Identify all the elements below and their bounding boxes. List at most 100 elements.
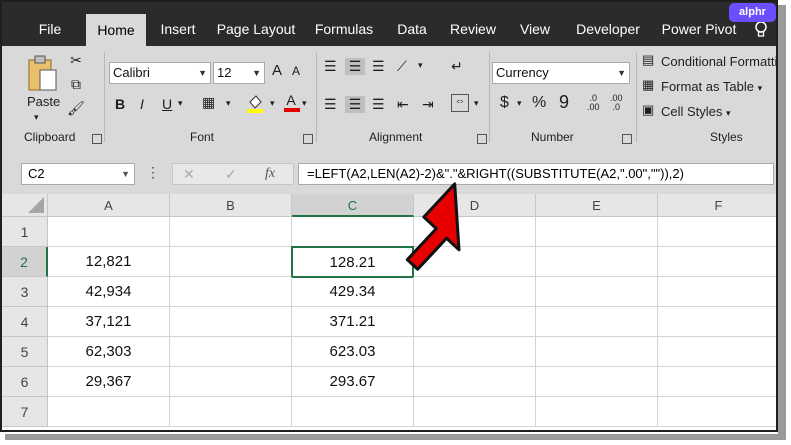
cell-a1[interactable] <box>48 217 170 247</box>
lightbulb-icon[interactable] <box>754 21 770 39</box>
copy-icon[interactable]: ⧉ <box>66 76 86 93</box>
decrease-indent-icon[interactable]: ⇤ <box>397 96 409 113</box>
tab-insert[interactable]: Insert <box>152 12 204 46</box>
cut-icon[interactable]: ✂ <box>66 52 86 69</box>
orientation-icon[interactable]: ⟋ <box>397 58 407 75</box>
cell-b4[interactable] <box>170 307 292 337</box>
column-header-c[interactable]: C <box>292 194 414 217</box>
row-header[interactable]: 2 <box>2 247 48 277</box>
format-as-table-button[interactable]: Format as Table ▾ <box>661 79 762 94</box>
cell-c4[interactable]: 371.21 <box>292 307 414 337</box>
cell-styles-icon[interactable]: ▣ <box>642 102 654 118</box>
format-table-icon[interactable]: ▦ <box>642 77 654 93</box>
insert-function-icon[interactable]: fx <box>265 164 275 184</box>
decrease-decimal-icon[interactable]: .00.0 <box>610 94 623 112</box>
chevron-down-icon[interactable]: ▾ <box>34 112 39 123</box>
wrap-text-icon[interactable]: ↵ <box>451 58 463 75</box>
chevron-down-icon[interactable]: ▾ <box>418 60 423 71</box>
chevron-down-icon[interactable]: ▾ <box>226 98 231 109</box>
cell-e7[interactable] <box>536 397 658 427</box>
cell-d4[interactable] <box>414 307 536 337</box>
align-middle-icon[interactable]: ☰ <box>345 58 365 75</box>
cell-b2[interactable] <box>170 247 292 277</box>
chevron-down-icon[interactable]: ▾ <box>302 98 307 109</box>
cell-d6[interactable] <box>414 367 536 397</box>
font-color-button[interactable]: A <box>284 92 300 112</box>
row-header[interactable]: 6 <box>2 367 48 397</box>
font-launcher-icon[interactable] <box>303 134 313 144</box>
cell-a2[interactable]: 12,821 <box>48 247 170 277</box>
cell-e2[interactable] <box>536 247 658 277</box>
cell-e5[interactable] <box>536 337 658 367</box>
cell-a7[interactable] <box>48 397 170 427</box>
font-size-select[interactable]: 12 ▼ <box>213 62 265 84</box>
chevron-down-icon[interactable]: ▾ <box>517 98 522 109</box>
increase-decimal-icon[interactable]: .0.00 <box>587 94 600 112</box>
borders-icon[interactable]: ▦ <box>202 94 215 111</box>
enter-icon[interactable]: ✓ <box>225 164 237 184</box>
name-box[interactable]: C2 ▼ <box>21 163 135 185</box>
underline-button[interactable]: U <box>162 96 172 112</box>
paste-button[interactable]: Paste <box>27 94 60 109</box>
tab-page-layout[interactable]: Page Layout <box>212 12 300 46</box>
cell-e4[interactable] <box>536 307 658 337</box>
cell-c6[interactable]: 293.67 <box>292 367 414 397</box>
cell-f1[interactable] <box>658 217 776 247</box>
chevron-down-icon[interactable]: ▾ <box>178 98 183 109</box>
align-center-icon[interactable]: ☰ <box>345 96 365 113</box>
more-options-icon[interactable]: ⋮ <box>146 164 160 181</box>
cell-f3[interactable] <box>658 277 776 307</box>
row-header[interactable]: 5 <box>2 337 48 367</box>
number-format-select[interactable]: Currency ▼ <box>492 62 630 84</box>
column-header-e[interactable]: E <box>536 194 658 217</box>
column-header-f[interactable]: F <box>658 194 776 217</box>
chevron-down-icon[interactable]: ▾ <box>270 98 275 109</box>
tab-developer[interactable]: Developer <box>568 12 648 46</box>
cell-b1[interactable] <box>170 217 292 247</box>
conditional-formatting-button[interactable]: Conditional Formatti <box>661 54 776 69</box>
cancel-icon[interactable]: ✕ <box>183 164 195 184</box>
grow-font-button[interactable]: A <box>272 62 282 79</box>
cell-e1[interactable] <box>536 217 658 247</box>
tab-data[interactable]: Data <box>388 12 436 46</box>
cell-a6[interactable]: 29,367 <box>48 367 170 397</box>
merge-center-icon[interactable]: ⇔ <box>451 94 469 112</box>
tab-formulas[interactable]: Formulas <box>308 12 380 46</box>
cell-a4[interactable]: 37,121 <box>48 307 170 337</box>
column-header-b[interactable]: B <box>170 194 292 217</box>
cell-f5[interactable] <box>658 337 776 367</box>
cell-f6[interactable] <box>658 367 776 397</box>
tab-home[interactable]: Home <box>86 14 146 46</box>
cell-f4[interactable] <box>658 307 776 337</box>
cell-e6[interactable] <box>536 367 658 397</box>
row-header[interactable]: 3 <box>2 277 48 307</box>
cell-c2-active[interactable]: 128.21 <box>291 246 414 278</box>
shrink-font-button[interactable]: A <box>292 64 300 78</box>
align-bottom-icon[interactable]: ☰ <box>372 58 385 75</box>
bold-button[interactable]: B <box>115 96 125 112</box>
row-header[interactable]: 1 <box>2 217 48 247</box>
align-left-icon[interactable]: ☰ <box>324 96 337 113</box>
chevron-down-icon[interactable]: ▾ <box>474 98 479 109</box>
font-name-select[interactable]: Calibri ▼ <box>109 62 211 84</box>
conditional-formatting-icon[interactable]: ▤ <box>642 52 654 68</box>
number-launcher-icon[interactable] <box>622 134 632 144</box>
cell-b5[interactable] <box>170 337 292 367</box>
cell-e3[interactable] <box>536 277 658 307</box>
cell-c7[interactable] <box>292 397 414 427</box>
cell-d7[interactable] <box>414 397 536 427</box>
tab-view[interactable]: View <box>510 12 560 46</box>
cell-c3[interactable]: 429.34 <box>292 277 414 307</box>
cell-b7[interactable] <box>170 397 292 427</box>
cell-c1[interactable] <box>292 217 414 247</box>
alignment-launcher-icon[interactable] <box>477 134 487 144</box>
cell-b3[interactable] <box>170 277 292 307</box>
cell-a3[interactable]: 42,934 <box>48 277 170 307</box>
cell-a5[interactable]: 62,303 <box>48 337 170 367</box>
percent-button[interactable]: % <box>532 94 546 112</box>
increase-indent-icon[interactable]: ⇥ <box>422 96 434 113</box>
tab-file[interactable]: File <box>22 12 78 46</box>
comma-style-button[interactable]: 9 <box>559 92 569 113</box>
cell-f7[interactable] <box>658 397 776 427</box>
cell-c5[interactable]: 623.03 <box>292 337 414 367</box>
